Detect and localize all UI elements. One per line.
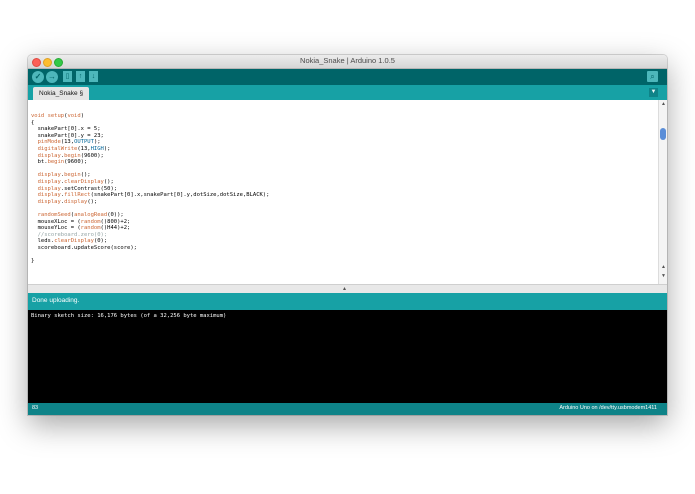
serial-monitor-button[interactable]: ⌕ <box>647 71 658 82</box>
new-file-icon: ▯ <box>65 73 70 80</box>
footer-bar: 83 Arduino Uno on /dev/tty.usbmodem1411 <box>28 403 667 415</box>
status-message: Done uploading. <box>32 297 80 304</box>
scroll-up-icon[interactable]: ▲ <box>659 264 667 270</box>
window-title: Nokia_Snake | Arduino 1.0.5 <box>300 56 395 65</box>
checkmark-icon: ✓ <box>34 72 42 81</box>
drag-handle-icon[interactable]: ▴ <box>343 285 346 292</box>
title-bar[interactable]: Nokia_Snake | Arduino 1.0.5 <box>28 55 667 69</box>
verify-button[interactable]: ✓ <box>32 71 44 83</box>
code-editor[interactable]: void setup(void) { snakePart[0].x = 5; s… <box>28 100 658 284</box>
tab-bar: Nokia_Snake § ▼ <box>28 85 667 100</box>
arduino-window: Nokia_Snake | Arduino 1.0.5 ✓ → ▯ ↑ ↓ ⌕ … <box>28 55 667 415</box>
magnifier-icon: ⌕ <box>650 72 655 81</box>
console-text: Binary sketch size: 16,176 bytes (of a 3… <box>31 313 227 319</box>
open-arrow-icon: ↑ <box>78 73 83 80</box>
save-button[interactable]: ↓ <box>89 71 98 82</box>
tab-menu-button[interactable]: ▼ <box>649 88 658 97</box>
status-bar: Done uploading. <box>28 293 667 310</box>
tab-nokia-snake[interactable]: Nokia_Snake § <box>33 87 90 100</box>
vertical-scrollbar[interactable]: ▲ ▲ ▼ <box>658 100 667 284</box>
scrollbar-thumb[interactable] <box>660 128 666 140</box>
new-button[interactable]: ▯ <box>63 71 72 82</box>
line-number: 83 <box>32 405 39 411</box>
open-button[interactable]: ↑ <box>76 71 85 82</box>
upload-button[interactable]: → <box>46 71 58 83</box>
toolbar: ✓ → ▯ ↑ ↓ ⌕ <box>28 69 667 85</box>
board-port-info: Arduino Uno on /dev/tty.usbmodem1411 <box>559 405 657 411</box>
arrow-right-icon: → <box>48 72 56 81</box>
code-text: void setup(void) { snakePart[0].x = 5; s… <box>31 113 270 265</box>
console-output[interactable]: Binary sketch size: 16,176 bytes (of a 3… <box>28 310 667 403</box>
scroll-down-icon[interactable]: ▼ <box>659 273 667 279</box>
triangle-down-icon: ▼ <box>650 89 657 95</box>
save-arrow-icon: ↓ <box>91 73 96 80</box>
scroll-up-icon[interactable]: ▲ <box>659 101 667 107</box>
